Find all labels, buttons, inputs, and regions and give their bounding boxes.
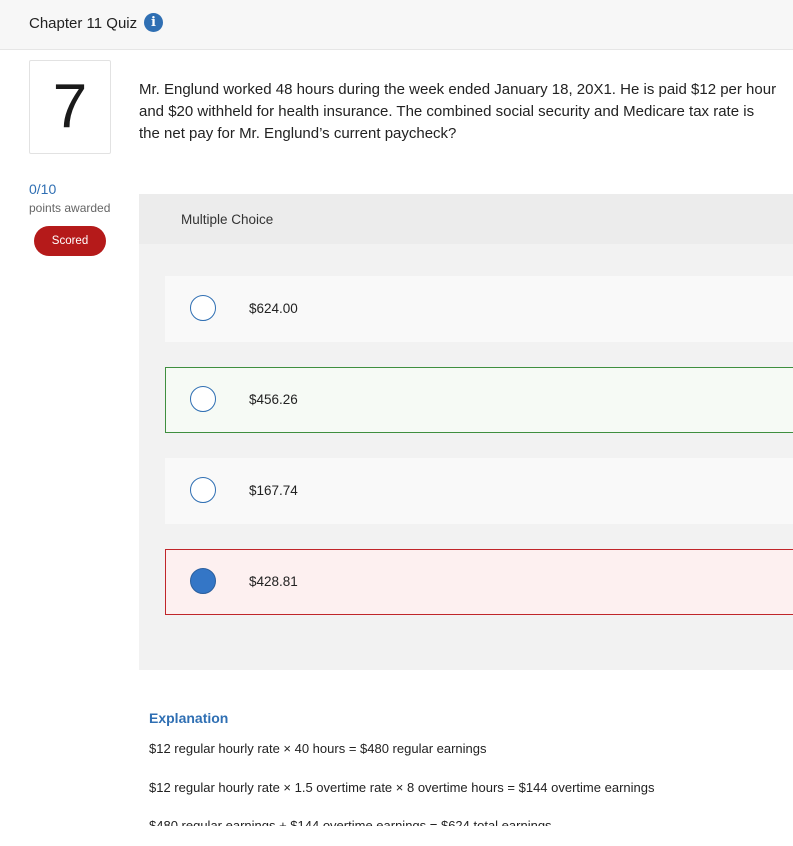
answer-text: $456.26	[249, 392, 298, 407]
multiple-choice-panel: Multiple Choice $624.00 $456.26 $167.74 …	[139, 194, 793, 670]
answer-text: $624.00	[249, 301, 298, 316]
question-line: the net pay for Mr. Englund’s current pa…	[139, 125, 457, 142]
question-number: 7	[29, 60, 111, 154]
explanation-title: Explanation	[149, 710, 229, 726]
answer-text: $428.81	[249, 574, 298, 589]
quiz-header: Chapter 11 Quiz i	[0, 0, 793, 50]
answer-option[interactable]: $624.00	[165, 276, 793, 342]
answer-text: $167.74	[249, 483, 298, 498]
question-line: and $20 withheld for health insurance. T…	[139, 103, 755, 120]
radio-button[interactable]	[190, 295, 216, 321]
radio-button-selected[interactable]	[190, 568, 216, 594]
status-badge: Scored	[34, 226, 106, 256]
answer-option[interactable]: $167.74	[165, 458, 793, 524]
question-text: Mr. Englund worked 48 hours during the w…	[139, 79, 793, 145]
quiz-title: Chapter 11 Quiz	[29, 15, 138, 32]
multiple-choice-header: Multiple Choice	[139, 194, 793, 244]
radio-button[interactable]	[190, 477, 216, 503]
points-label: points awarded	[29, 201, 111, 215]
info-icon[interactable]: i	[144, 13, 163, 32]
radio-button[interactable]	[190, 386, 216, 412]
answer-option-selected-incorrect[interactable]: $428.81	[165, 549, 793, 615]
question-line: Mr. Englund worked 48 hours during the w…	[139, 81, 777, 98]
content-clip	[0, 826, 793, 846]
points-score: 0/10	[29, 181, 57, 197]
answer-option-correct[interactable]: $456.26	[165, 367, 793, 433]
explanation-line: $12 regular hourly rate × 40 hours = $48…	[149, 741, 487, 756]
explanation-line: $12 regular hourly rate × 1.5 overtime r…	[149, 780, 655, 795]
multiple-choice-label: Multiple Choice	[181, 212, 274, 227]
